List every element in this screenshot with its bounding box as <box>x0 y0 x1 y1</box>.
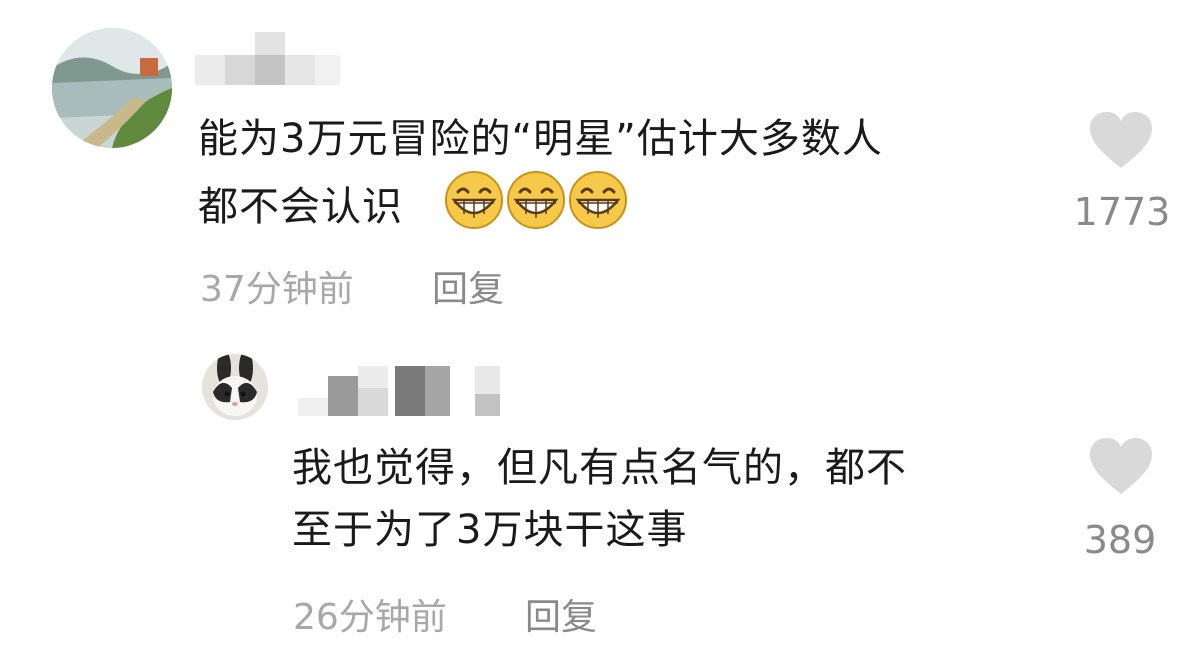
grinning-face-icon <box>444 170 504 248</box>
heart-icon <box>1090 112 1152 168</box>
reply-text: 我也觉得，但凡有点名气的，都不 至于为了3万块干这事 <box>292 437 1062 561</box>
comment-text-line-with-emoji: 都不会认识 <box>198 170 1078 248</box>
replier-avatar[interactable] <box>202 354 268 420</box>
reply-text-line: 我也觉得，但凡有点名气的，都不 <box>292 445 907 491</box>
reply-text-line: 至于为了3万块干这事 <box>292 507 688 553</box>
like-button[interactable] <box>1088 436 1154 496</box>
reply-button[interactable]: 回复 <box>432 268 504 312</box>
like-count: 389 <box>1083 518 1157 562</box>
comment-text-line: 都不会认识 <box>198 184 403 230</box>
reply-item: 我也觉得，但凡有点名气的，都不 至于为了3万块干这事 26分钟前 回复 389 <box>0 340 1198 655</box>
reply-button[interactable]: 回复 <box>525 596 597 640</box>
like-button[interactable] <box>1088 110 1154 170</box>
like-count: 1773 <box>1073 190 1171 234</box>
comment-item: 能为3万元冒险的“明星”估计大多数人 都不会认识 37分钟前 回复 1773 <box>0 0 1198 330</box>
commenter-avatar[interactable] <box>52 28 172 148</box>
grinning-face-icon <box>506 170 566 248</box>
grinning-face-icon <box>568 170 628 248</box>
comment-timestamp: 37分钟前 <box>200 269 354 310</box>
comment-text: 能为3万元冒险的“明星”估计大多数人 都不会认识 <box>198 108 1078 248</box>
comment-text-line: 能为3万元冒险的“明星”估计大多数人 <box>198 116 883 162</box>
heart-icon <box>1090 438 1152 494</box>
reply-timestamp: 26分钟前 <box>293 597 447 638</box>
